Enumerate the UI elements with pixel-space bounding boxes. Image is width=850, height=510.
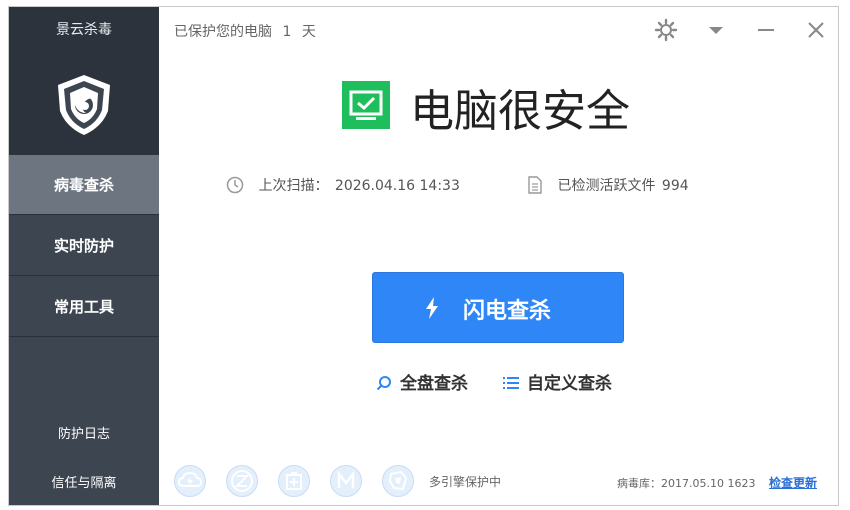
check-update-link[interactable]: 检查更新 xyxy=(769,474,817,491)
headline-text: 电脑很安全 xyxy=(410,86,630,137)
dropdown-menu-icon[interactable] xyxy=(703,17,729,43)
last-scan-value: 2026.04.16 14:33 xyxy=(334,178,460,194)
trust-quarantine-link[interactable]: 信任与隔离 xyxy=(9,472,159,491)
medical-engine-icon[interactable] xyxy=(278,465,310,497)
quick-scan-label: 闪电查杀 xyxy=(463,299,552,324)
list-icon xyxy=(503,377,519,389)
settings-gear-icon[interactable] xyxy=(653,17,679,43)
sidebar: 景云杀毒 病毒查杀 实时防护 常用工具 防护日志 信任与隔离 xyxy=(9,7,159,505)
lightning-icon xyxy=(426,297,438,319)
main-panel: 已保护您的电脑 1 天 电脑很安全 上次扫描： 2026.04.16 14:33… xyxy=(159,7,838,505)
search-icon xyxy=(376,376,391,391)
cloud-engine-icon[interactable] xyxy=(174,465,206,497)
sidebar-item-virus-scan[interactable]: 病毒查杀 xyxy=(9,155,159,215)
active-files-value: 994 xyxy=(661,178,689,194)
sidebar-item-common-tools[interactable]: 常用工具 xyxy=(9,277,159,337)
sidebar-item-label: 实时防护 xyxy=(53,237,114,255)
protected-days: 1 xyxy=(282,24,292,40)
active-files-label: 已检测活跃文件 xyxy=(557,178,656,194)
safe-monitor-icon xyxy=(342,81,390,129)
virus-db-label: 病毒库： xyxy=(617,477,661,490)
m-engine-icon[interactable] xyxy=(330,465,362,497)
protected-prefix: 已保护您的电脑 xyxy=(174,24,272,40)
clock-icon xyxy=(226,176,244,194)
protection-log-link[interactable]: 防护日志 xyxy=(9,423,159,442)
app-window: 景云杀毒 病毒查杀 实时防护 常用工具 防护日志 信任与隔离 已保护您的电脑 1 xyxy=(8,6,839,506)
engine-status-text: 多引擎保护中 xyxy=(429,475,502,489)
z-engine-icon[interactable] xyxy=(226,465,258,497)
sidebar-item-realtime-protection[interactable]: 实时防护 xyxy=(9,216,159,276)
sidebar-item-label: 常用工具 xyxy=(53,298,114,316)
sidebar-item-label: 病毒查杀 xyxy=(53,176,114,194)
custom-scan-label: 自定义查杀 xyxy=(527,374,612,394)
full-scan-button[interactable]: 全盘查杀 xyxy=(376,369,468,394)
active-files-info: 已检测活跃文件 994 xyxy=(527,175,689,195)
shield-logo-icon xyxy=(58,75,110,135)
sidebar-header: 景云杀毒 xyxy=(9,7,159,155)
custom-scan-button[interactable]: 自定义查杀 xyxy=(503,369,612,394)
quick-scan-button[interactable]: 闪电查杀 xyxy=(372,272,624,343)
minimize-icon[interactable] xyxy=(753,17,779,43)
last-scan-label: 上次扫描： xyxy=(258,178,329,194)
guard-engine-icon[interactable] xyxy=(382,465,414,497)
protection-status: 已保护您的电脑 1 天 xyxy=(174,21,322,41)
document-icon xyxy=(528,176,542,194)
footer-bar: 多引擎保护中 病毒库：2017.05.10 1623 检查更新 xyxy=(159,465,838,501)
close-icon[interactable] xyxy=(803,17,829,43)
last-scan-info: 上次扫描： 2026.04.16 14:33 xyxy=(226,175,460,195)
protected-suffix: 天 xyxy=(301,24,316,40)
virus-db-info: 病毒库：2017.05.10 1623 xyxy=(617,475,755,491)
full-scan-label: 全盘查杀 xyxy=(400,374,468,394)
app-name: 景云杀毒 xyxy=(56,22,112,38)
virus-db-version: 2017.05.10 1623 xyxy=(661,477,756,490)
